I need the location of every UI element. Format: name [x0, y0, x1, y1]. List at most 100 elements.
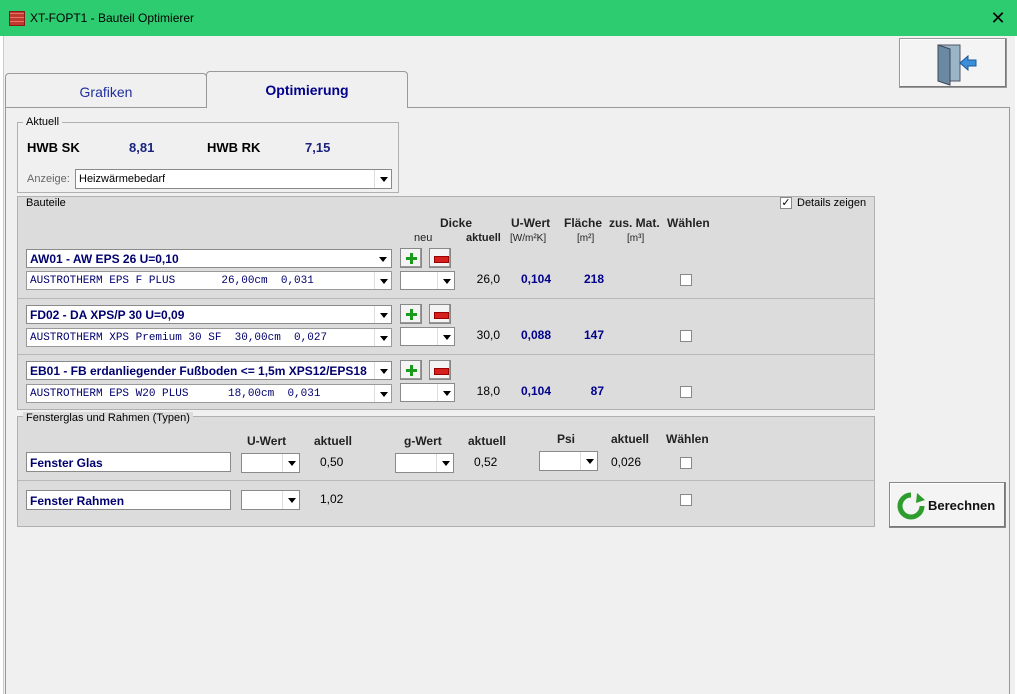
row-divider [18, 480, 874, 481]
material-select-2[interactable]: AUSTROTHERM XPS Premium 30 SF 30,00cm 0,… [26, 328, 392, 347]
bauteil-name: EB01 - FB erdanliegender Fußboden <= 1,5… [30, 364, 367, 378]
refresh-icon [897, 492, 925, 520]
chevron-down-icon [436, 454, 453, 472]
neu-dicke-select[interactable] [400, 327, 455, 346]
dicke-value: 30,0 [476, 328, 500, 342]
header-uwert: U-Wert [511, 216, 551, 230]
material-select-1[interactable]: AUSTROTHERM EPS F PLUS 26,00cm 0,031 [26, 271, 392, 290]
fenster-group-label: Fensterglas und Rahmen (Typen) [23, 412, 193, 424]
hwb-rk-label: HWB RK [207, 140, 261, 155]
fenster-rahmen-label: Fenster Rahmen [30, 494, 125, 508]
header-flaeche: Fläche [564, 216, 603, 230]
anzeige-label: Anzeige: [27, 173, 70, 185]
glas-u-aktuell: 0,50 [320, 455, 344, 469]
header-dicke: Dicke [440, 216, 473, 230]
dicke-value: 26,0 [476, 272, 500, 286]
anzeige-select[interactable]: Heizwärmebedarf [75, 169, 392, 189]
flaeche-value: 147 [583, 328, 604, 342]
berechnen-label: Berechnen [928, 498, 996, 513]
exit-button[interactable] [899, 38, 1007, 88]
neu-dicke-select[interactable] [400, 271, 455, 290]
chevron-down-icon [437, 384, 454, 401]
header-waehlen: Wählen [667, 216, 710, 230]
dicke-value: 18,0 [476, 384, 500, 398]
glas-gwert-select[interactable] [395, 453, 454, 473]
rahmen-u-aktuell: 1,02 [320, 492, 344, 506]
row-divider [18, 354, 874, 355]
chevron-down-icon [282, 454, 299, 472]
remove-button[interactable] [429, 248, 451, 268]
rahmen-waehlen-checkbox[interactable] [680, 494, 692, 506]
fenster-glas-name: Fenster Glas [26, 452, 231, 472]
hwb-sk-value: 8,81 [129, 140, 155, 155]
fenster-header-aktuell: aktuell [468, 434, 507, 448]
bauteil-select-3[interactable]: EB01 - FB erdanliegender Fußboden <= 1,5… [26, 361, 392, 380]
waehlen-checkbox[interactable] [680, 330, 692, 342]
add-button[interactable] [400, 304, 422, 324]
waehlen-checkbox[interactable] [680, 274, 692, 286]
hwb-sk-label: HWB SK [27, 140, 80, 155]
fenster-header-aktuell: aktuell [611, 432, 650, 446]
berechnen-button[interactable]: Berechnen [889, 482, 1006, 528]
material-select-3[interactable]: AUSTROTHERM EPS W20 PLUS 18,00cm 0,031 [26, 384, 392, 403]
bauteil-select-2[interactable]: FD02 - DA XPS/P 30 U=0,09 [26, 305, 392, 324]
tab-optimierung[interactable]: Optimierung [206, 71, 408, 108]
header-aktuell: aktuell [466, 232, 501, 244]
chevron-down-icon [374, 329, 391, 346]
anzeige-value: Heizwärmebedarf [79, 173, 166, 185]
bauteil-name: AW01 - AW EPS 26 U=0,10 [30, 252, 179, 266]
flaeche-value: 218 [583, 272, 604, 286]
chevron-down-icon [374, 362, 391, 379]
row-divider [18, 298, 874, 299]
fenster-header-aktuell: aktuell [314, 434, 353, 448]
chevron-down-icon [374, 250, 391, 267]
material-text: AUSTROTHERM EPS F PLUS 26,00cm 0,031 [30, 275, 314, 287]
glas-g-aktuell: 0,52 [474, 455, 498, 469]
bauteil-select-1[interactable]: AW01 - AW EPS 26 U=0,10 [26, 249, 392, 268]
glas-psi-aktuell: 0,026 [611, 455, 642, 469]
chevron-down-icon [437, 272, 454, 289]
chevron-down-icon [282, 491, 299, 509]
uwert-value: 0,104 [520, 272, 551, 286]
fenster-header-uwert: U-Wert [247, 434, 287, 448]
material-text: AUSTROTHERM XPS Premium 30 SF 30,00cm 0,… [30, 332, 328, 344]
bauteile-group-label: Bauteile [23, 197, 69, 209]
chevron-down-icon [374, 170, 391, 188]
uwert-value: 0,104 [520, 384, 551, 398]
flaeche-value: 87 [590, 384, 604, 398]
add-button[interactable] [400, 360, 422, 380]
close-icon[interactable]: ✕ [988, 8, 1008, 28]
details-checkbox[interactable]: ✓ [780, 197, 792, 209]
header-zusmat-unit: [m³] [627, 233, 645, 244]
tab-grafiken[interactable]: Grafiken [5, 73, 207, 109]
fenster-rahmen-name: Fenster Rahmen [26, 490, 231, 510]
chevron-down-icon [580, 452, 597, 470]
window-title: XT-FOPT1 - Bauteil Optimierer [30, 11, 195, 25]
details-label: Details zeigen [797, 197, 867, 209]
aktuell-group-label: Aktuell [23, 116, 63, 128]
remove-button[interactable] [429, 304, 451, 324]
glas-uwert-select[interactable] [241, 453, 300, 473]
fenster-header-gwert: g-Wert [404, 434, 442, 448]
app-icon [9, 11, 25, 26]
chevron-down-icon [374, 272, 391, 289]
chevron-down-icon [437, 328, 454, 345]
rahmen-uwert-select[interactable] [241, 490, 300, 510]
exit-door-icon [937, 44, 977, 86]
header-zusmat: zus. Mat. [609, 216, 660, 230]
header-uwert-unit: [W/m²K] [510, 233, 547, 244]
glas-psi-select[interactable] [539, 451, 598, 471]
uwert-value: 0,088 [520, 328, 551, 342]
neu-dicke-select[interactable] [400, 383, 455, 402]
hwb-rk-value: 7,15 [305, 140, 331, 155]
header-neu: neu [414, 232, 433, 244]
glas-waehlen-checkbox[interactable] [680, 457, 692, 469]
waehlen-checkbox[interactable] [680, 386, 692, 398]
fenster-header-waehlen: Wählen [666, 432, 709, 446]
fenster-header-psi: Psi [557, 432, 576, 446]
remove-button[interactable] [429, 360, 451, 380]
fenster-glas-label: Fenster Glas [30, 456, 103, 470]
material-text: AUSTROTHERM EPS W20 PLUS 18,00cm 0,031 [30, 388, 321, 400]
add-button[interactable] [400, 248, 422, 268]
chevron-down-icon [374, 306, 391, 323]
